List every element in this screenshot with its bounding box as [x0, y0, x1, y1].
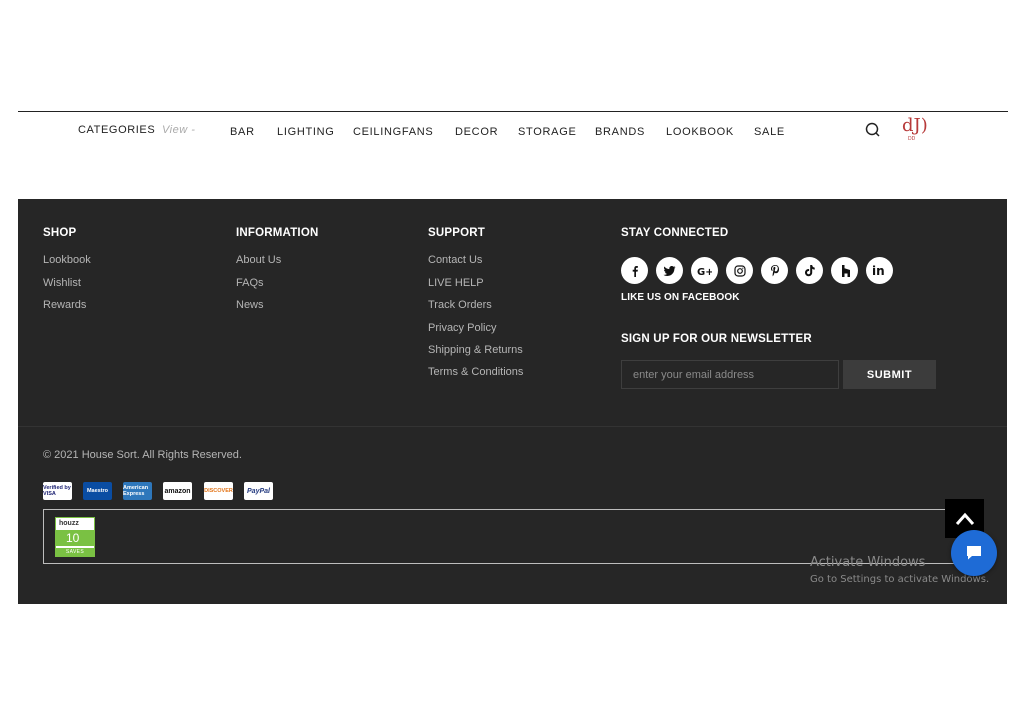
paypal-badge: PayPal: [244, 482, 273, 500]
nav-item-storage[interactable]: STORAGE: [518, 126, 577, 138]
svg-text:G+: G+: [697, 267, 712, 277]
newsletter-email-input[interactable]: [621, 360, 839, 389]
link-privacy-policy[interactable]: Privacy Policy: [428, 322, 496, 334]
houzz-badge-count: 10: [56, 530, 94, 546]
link-faqs[interactable]: FAQs: [236, 277, 264, 289]
newsletter-heading: SIGN UP FOR OUR NEWSLETTER: [621, 333, 812, 345]
tiktok-icon[interactable]: [796, 257, 823, 284]
link-wishlist[interactable]: Wishlist: [43, 277, 81, 289]
verified-by-visa-badge: Verified by VISA: [43, 482, 72, 500]
houzz-badge-brand: houzz: [59, 520, 79, 527]
linkedin-icon[interactable]: in: [866, 257, 893, 284]
activate-windows-subtitle: Go to Settings to activate Windows.: [810, 574, 990, 585]
svg-text:in: in: [872, 264, 885, 277]
houzz-badge-label: SAVES: [56, 548, 94, 556]
link-terms-conditions[interactable]: Terms & Conditions: [428, 366, 523, 378]
like-us-on-facebook-link[interactable]: LIKE US ON FACEBOOK: [621, 292, 740, 303]
nav-item-ceilingfans[interactable]: CEILINGFANS: [353, 126, 433, 138]
nav-item-lookbook[interactable]: LOOKBOOK: [666, 126, 734, 138]
link-contact-us[interactable]: Contact Us: [428, 254, 482, 266]
houzz-icon[interactable]: [831, 257, 858, 284]
nav-item-brands[interactable]: BRANDS: [595, 126, 645, 138]
support-heading: SUPPORT: [428, 227, 485, 239]
amazon-badge: amazon: [163, 482, 192, 500]
google-plus-icon[interactable]: G+: [691, 257, 718, 284]
discover-badge: DISCOVER: [204, 482, 233, 500]
link-live-help[interactable]: LIVE HELP: [428, 277, 484, 289]
link-lookbook[interactable]: Lookbook: [43, 254, 91, 266]
brand-logo[interactable]: dJ): [902, 115, 928, 136]
brand-logo-sub: DD: [908, 136, 916, 142]
chevron-up-icon: [955, 512, 974, 525]
houzz-saves-badge[interactable]: houzz 10 SAVES: [55, 517, 95, 557]
categories-menu[interactable]: CATEGORIES: [78, 124, 155, 136]
chat-button[interactable]: [951, 530, 997, 576]
pinterest-icon[interactable]: [761, 257, 788, 284]
nav-item-lighting[interactable]: LIGHTING: [277, 126, 335, 138]
search-icon[interactable]: [864, 121, 882, 139]
nav-item-bar[interactable]: BAR: [230, 126, 255, 138]
instagram-icon[interactable]: [726, 257, 753, 284]
site-footer: SHOP Lookbook Wishlist Rewards INFORMATI…: [18, 199, 1007, 604]
shop-heading: SHOP: [43, 227, 77, 239]
link-about-us[interactable]: About Us: [236, 254, 281, 266]
american-express-badge: American Express: [123, 482, 152, 500]
facebook-icon[interactable]: [621, 257, 648, 284]
activate-windows-title: Activate Windows: [810, 555, 926, 570]
twitter-icon[interactable]: [656, 257, 683, 284]
footer-divider: [18, 426, 1007, 427]
maestro-badge: Maestro: [83, 482, 112, 500]
link-shipping-returns[interactable]: Shipping & Returns: [428, 344, 523, 356]
nav-item-sale[interactable]: SALE: [754, 126, 785, 138]
copyright-text: © 2021 House Sort. All Rights Reserved.: [43, 449, 242, 461]
main-nav: CATEGORIES View - BAR LIGHTING CEILINGFA…: [18, 112, 1008, 152]
link-news[interactable]: News: [236, 299, 264, 311]
information-heading: INFORMATION: [236, 227, 319, 239]
chat-icon: [967, 546, 981, 560]
view-dropdown[interactable]: View -: [162, 124, 195, 136]
link-rewards[interactable]: Rewards: [43, 299, 86, 311]
nav-item-decor[interactable]: DECOR: [455, 126, 498, 138]
link-track-orders[interactable]: Track Orders: [428, 299, 492, 311]
newsletter-submit-button[interactable]: SUBMIT: [843, 360, 936, 389]
stay-connected-heading: STAY CONNECTED: [621, 227, 729, 239]
